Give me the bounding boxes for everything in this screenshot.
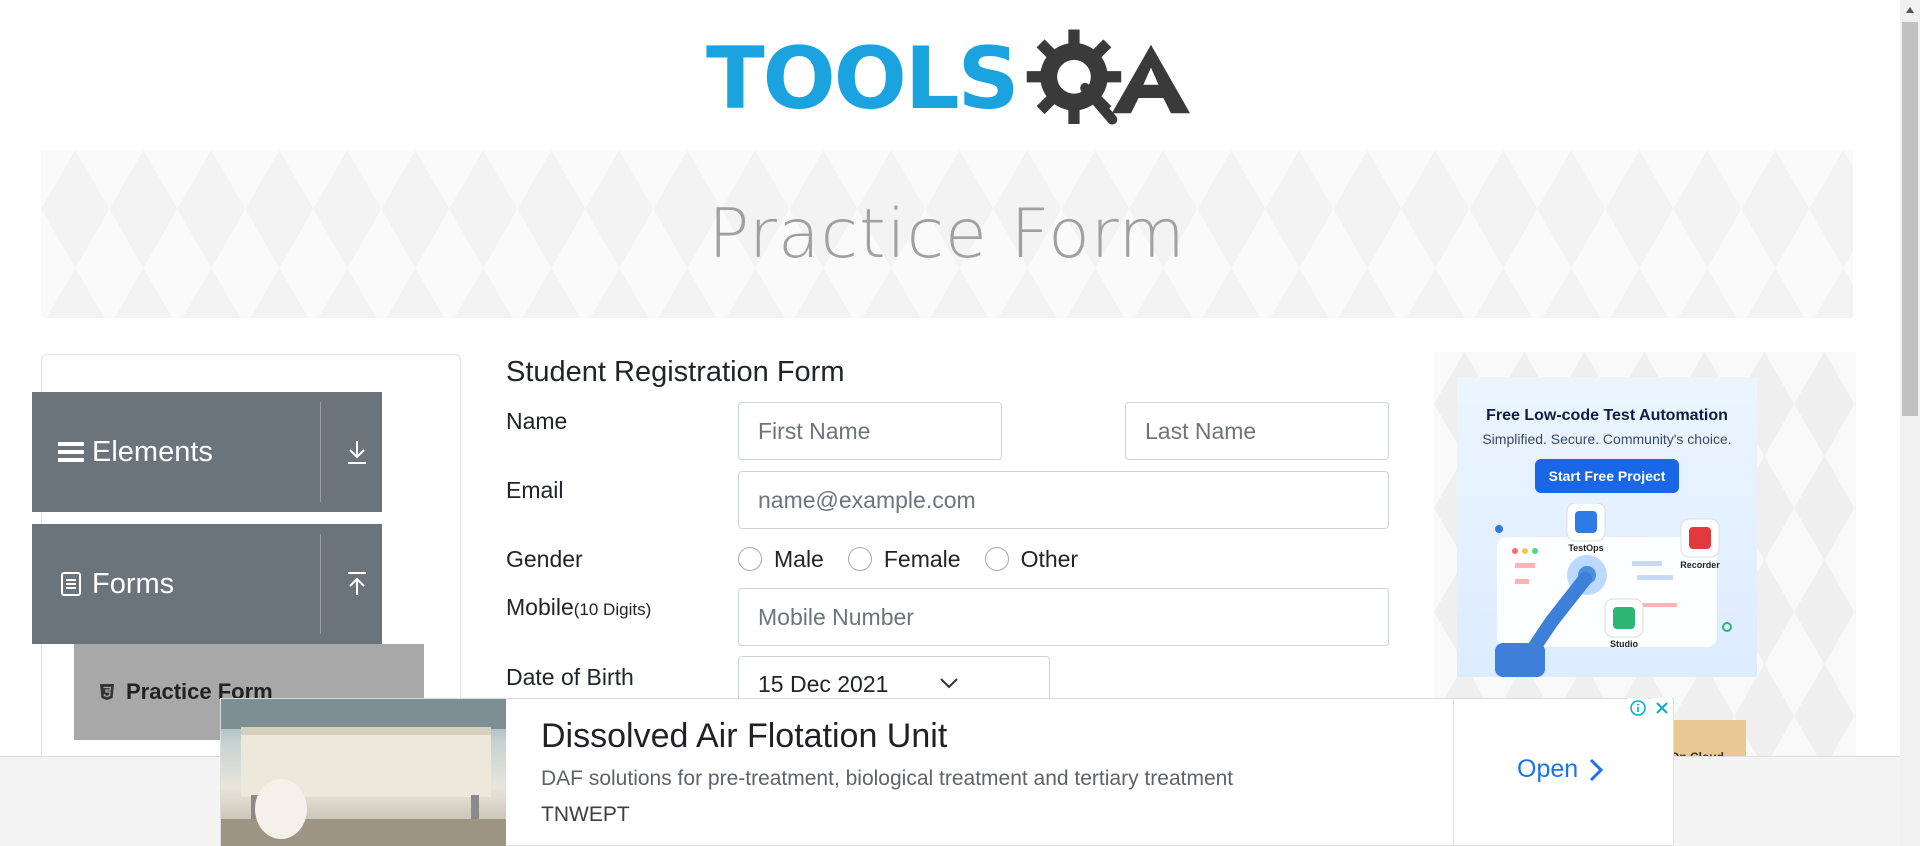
html5-icon — [100, 684, 114, 700]
gender-option-label: Other — [1020, 545, 1079, 572]
logo-text: TOOLS — [706, 29, 1020, 129]
sidebar-group-label: Elements — [92, 435, 213, 468]
dob-value: 15 Dec 2021 — [758, 670, 889, 697]
start-free-project-button[interactable]: Start Free Project — [1534, 459, 1680, 493]
radio-button[interactable] — [984, 547, 1009, 571]
ad-headline[interactable]: Dissolved Air Flotation Unit — [541, 717, 947, 756]
sidebar-group-elements[interactable]: Elements — [32, 392, 382, 512]
form-title: Student Registration Form — [506, 356, 845, 388]
ad-illustration: TestOps Recorder Studio — [1495, 503, 1732, 677]
mobile-label: Mobile(10 Digits) — [506, 594, 651, 621]
first-name-input[interactable]: First Name — [738, 402, 1002, 460]
ad-product-label: Recorder — [1680, 560, 1720, 570]
menu-icon — [58, 439, 84, 465]
info-icon[interactable] — [1628, 698, 1648, 718]
ad-product-label: Studio — [1610, 639, 1638, 649]
ad-open-label: Open — [1517, 755, 1579, 783]
bottom-ad[interactable]: Dissolved Air Flotation Unit DAF solutio… — [220, 698, 1674, 846]
upload-arrow-icon[interactable] — [332, 524, 382, 644]
gender-option-female[interactable]: Female — [847, 545, 961, 573]
mobile-label-text: Mobile — [506, 594, 574, 620]
chevron-down-icon — [940, 678, 958, 689]
page-header-banner: Practice Form — [41, 150, 1853, 318]
email-input[interactable]: name@example.com — [738, 471, 1389, 529]
chevron-right-icon — [1590, 758, 1604, 781]
download-arrow-icon[interactable] — [332, 392, 382, 512]
sidebar-group-forms[interactable]: Forms — [32, 524, 382, 644]
sidebar-group-label: Forms — [92, 567, 175, 600]
scroll-up-arrow-icon[interactable] — [1900, 0, 1920, 20]
divider — [320, 534, 321, 634]
logo-letter-a-icon — [1111, 44, 1191, 114]
dob-label: Date of Birth — [506, 664, 634, 690]
gender-option-male[interactable]: Male — [738, 546, 824, 573]
ad-advertiser: TNWEPT — [541, 803, 630, 826]
radio-button[interactable] — [847, 547, 872, 571]
ad-image — [221, 699, 506, 846]
ad-product-label: TestOps — [1568, 543, 1603, 553]
ad-description: DAF solutions for pre-treatment, biologi… — [541, 767, 1234, 790]
gender-option-label: Male — [774, 545, 824, 572]
toolsqa-logo[interactable]: TOOLS — [706, 22, 1192, 136]
page-scrollbar[interactable] — [1900, 0, 1920, 846]
scrollbar-thumb[interactable] — [1902, 22, 1918, 416]
ad-title: Free Low-code Test Automation — [1486, 407, 1728, 424]
mobile-hint: (10 Digits) — [573, 600, 652, 619]
document-icon — [58, 571, 84, 597]
page-title: Practice Form — [708, 194, 1186, 274]
radio-button[interactable] — [738, 547, 762, 571]
page: { "logo": { "text": "TOOLS", "brand": "T… — [0, 0, 1920, 846]
email-label: Email — [506, 477, 564, 503]
ad-subtitle: Simplified. Secure. Community's choice. — [1482, 431, 1732, 447]
last-name-input[interactable]: Last Name — [1125, 402, 1389, 460]
gender-option-other[interactable]: Other — [984, 545, 1079, 573]
gender-option-label: Female — [883, 545, 961, 572]
mobile-input[interactable]: Mobile Number — [738, 588, 1389, 646]
name-label: Name — [506, 408, 568, 434]
gender-label: Gender — [506, 546, 583, 572]
divider — [1453, 699, 1454, 846]
divider — [320, 402, 321, 502]
ad-open-button[interactable]: Open — [1517, 755, 1606, 784]
katalon-ad[interactable]: Free Low-code Test Automation Simplified… — [1457, 377, 1757, 677]
close-icon[interactable] — [1652, 698, 1672, 718]
ad-choices — [1628, 698, 1672, 718]
gender-radio-group: Male Female Other — [738, 544, 1102, 574]
